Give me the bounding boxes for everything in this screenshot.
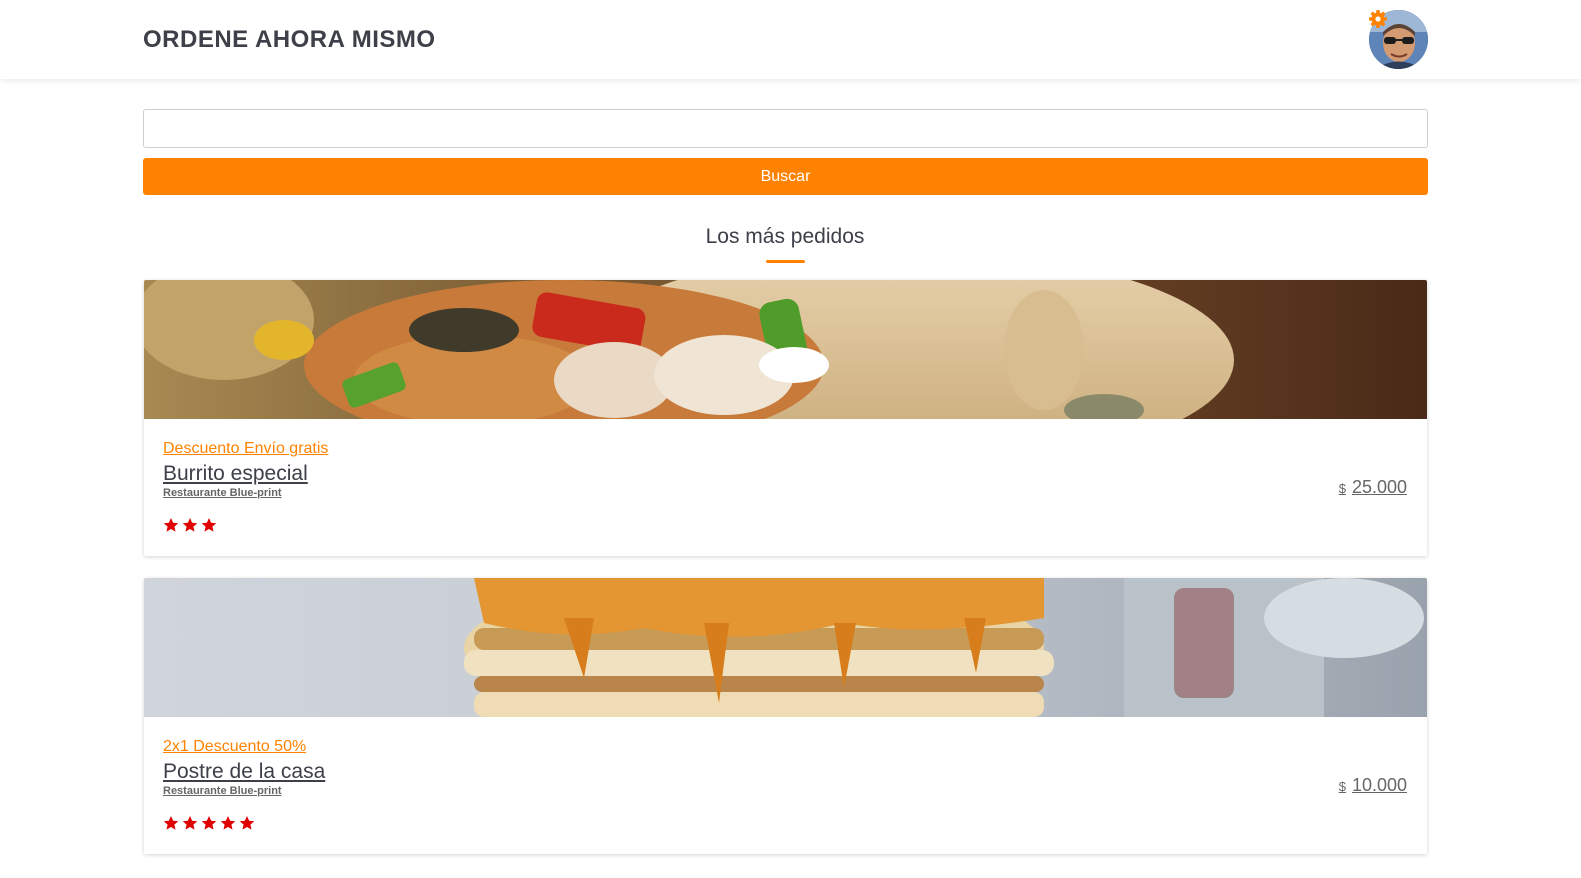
product-restaurant[interactable]: Restaurante Blue-print <box>163 785 282 797</box>
burrito-image <box>144 280 1427 419</box>
product-restaurant[interactable]: Restaurante Blue-print <box>163 487 282 499</box>
star-icon <box>201 816 217 830</box>
pancakes-photo[interactable] <box>144 578 1427 717</box>
currency-symbol: $ <box>1338 779 1346 794</box>
price-value: 25.000 <box>1351 477 1407 497</box>
product-price[interactable]: $25.000 <box>1339 477 1407 498</box>
product-price[interactable]: $10.000 <box>1339 775 1407 796</box>
product-promo[interactable]: Descuento Envío gratis <box>163 440 328 458</box>
star-icon <box>182 816 198 830</box>
product-name[interactable]: Postre de la casa <box>163 760 325 784</box>
star-icon <box>201 518 217 532</box>
star-icon <box>182 518 198 532</box>
section-title: Los más pedidos <box>705 225 865 248</box>
currency-symbol: $ <box>1338 481 1346 496</box>
pancakes-image <box>144 578 1427 717</box>
gear-icon[interactable] <box>1368 9 1388 29</box>
rating-stars <box>163 815 255 831</box>
rating-stars <box>163 517 217 533</box>
product-name[interactable]: Burrito especial <box>163 462 308 486</box>
top-bar: ORDENE AHORA MISMO <box>0 0 1581 79</box>
product-card[interactable]: 2x1 Descuento 50% Postre de la casa Rest… <box>144 578 1427 854</box>
section-underline <box>766 260 805 263</box>
star-icon <box>163 816 179 830</box>
star-icon <box>239 816 255 830</box>
burrito-photo[interactable] <box>144 280 1427 419</box>
product-card[interactable]: Descuento Envío gratis Burrito especial … <box>144 280 1427 556</box>
price-value: 10.000 <box>1351 775 1407 795</box>
star-icon <box>220 816 236 830</box>
brand-title[interactable]: ORDENE AHORA MISMO <box>143 26 436 54</box>
star-icon <box>163 518 179 532</box>
product-promo[interactable]: 2x1 Descuento 50% <box>163 738 306 756</box>
search-input[interactable] <box>143 109 1428 148</box>
search-button[interactable]: Buscar <box>143 158 1428 195</box>
